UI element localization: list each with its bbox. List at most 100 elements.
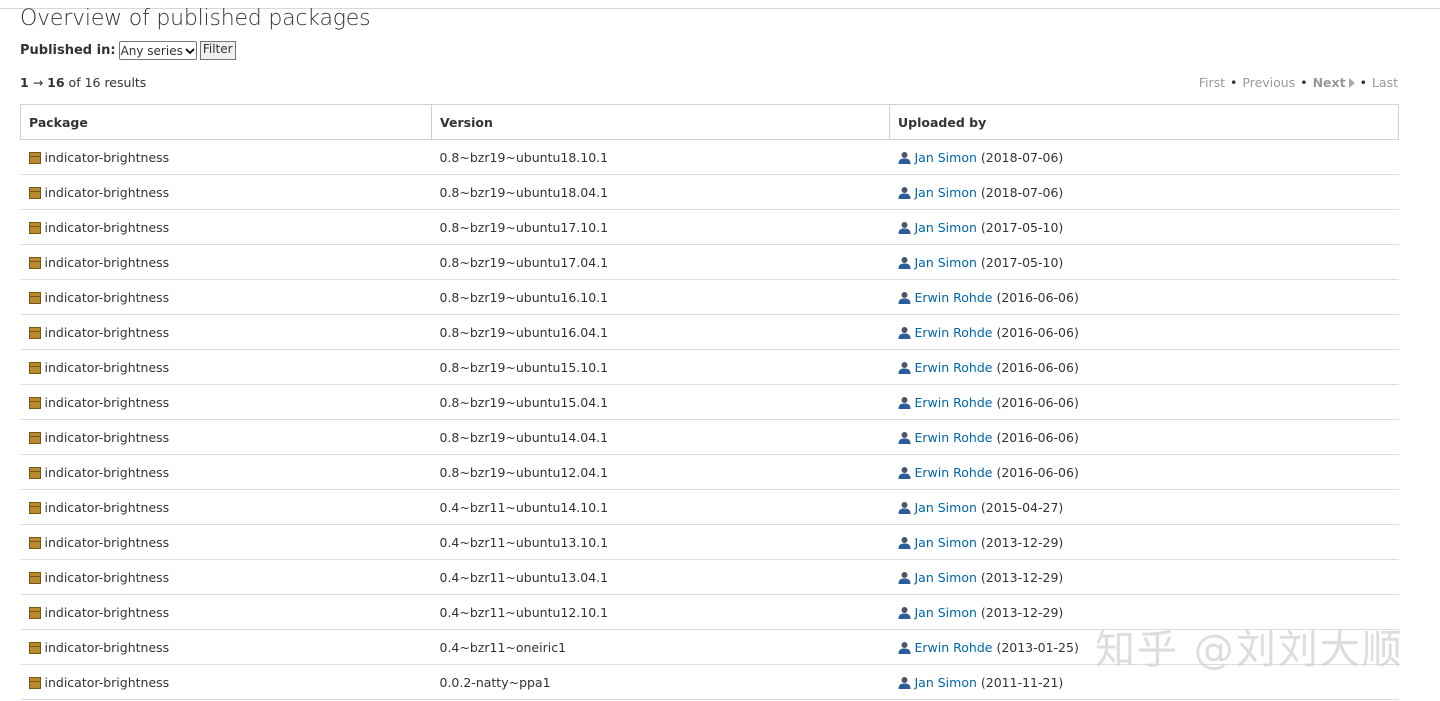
version-cell: 0.8~bzr19~ubuntu16.10.1 [431, 279, 890, 315]
header-package[interactable]: Package [20, 104, 432, 140]
package-name: indicator-brightness [44, 254, 170, 270]
uploader-link[interactable]: Erwin Rohde [915, 325, 993, 340]
person-icon [898, 396, 910, 409]
package-icon [28, 326, 41, 339]
version-cell: 0.4~bzr11~ubuntu13.10.1 [431, 524, 890, 560]
person-icon [898, 186, 910, 199]
person-icon [898, 501, 910, 514]
version-cell: 0.4~bzr11~ubuntu12.10.1 [431, 594, 890, 630]
upload-date: (2013-12-29) [980, 569, 1064, 585]
upload-date: (2013-12-29) [980, 604, 1064, 620]
uploader-cell: Erwin Rohde (2016-06-06) [889, 384, 1399, 420]
upload-date: (2018-07-06) [980, 184, 1064, 200]
uploader-cell: Erwin Rohde (2016-06-06) [889, 314, 1399, 350]
filter-form: Published in: Any series Filter [20, 41, 236, 60]
table-row: indicator-brightness 0.8~bzr19~ubuntu18.0… [20, 174, 1399, 210]
package-icon [28, 501, 41, 514]
header-version[interactable]: Version [431, 104, 890, 140]
person-icon [898, 536, 910, 549]
package-icon [28, 431, 41, 444]
uploader-link[interactable]: Jan Simon [915, 675, 977, 690]
person-icon [898, 291, 910, 304]
version-cell: 0.8~bzr19~ubuntu17.04.1 [431, 244, 890, 280]
pager-next[interactable]: Next [1313, 75, 1355, 90]
table-row: indicator-brightness 0.4~bzr11~ubuntu13.1… [20, 524, 1399, 560]
package-cell: indicator-brightness [20, 559, 432, 595]
package-cell: indicator-brightness [20, 209, 432, 245]
package-version: 0.4~bzr11~ubuntu13.10.1 [439, 534, 609, 550]
package-name: indicator-brightness [44, 289, 170, 305]
table-row: indicator-brightness 0.8~bzr19~ubuntu15.1… [20, 349, 1399, 385]
version-cell: 0.4~bzr11~ubuntu14.10.1 [431, 489, 890, 525]
uploader-link[interactable]: Erwin Rohde [915, 430, 993, 445]
package-version: 0.8~bzr19~ubuntu17.04.1 [439, 254, 609, 270]
table-row: indicator-brightness 0.8~bzr19~ubuntu17.1… [20, 209, 1399, 245]
package-cell: indicator-brightness [20, 419, 432, 455]
package-cell: indicator-brightness [20, 244, 432, 280]
uploader-cell: Erwin Rohde (2016-06-06) [889, 349, 1399, 385]
version-cell: 0.8~bzr19~ubuntu12.04.1 [431, 454, 890, 490]
uploader-link[interactable]: Jan Simon [915, 570, 977, 585]
package-icon [28, 571, 41, 584]
uploader-cell: Jan Simon (2017-05-10) [889, 244, 1399, 280]
uploader-link[interactable]: Erwin Rohde [915, 290, 993, 305]
package-version: 0.4~bzr11~ubuntu13.04.1 [439, 569, 609, 585]
uploader-link[interactable]: Erwin Rohde [915, 640, 993, 655]
version-cell: 0.8~bzr19~ubuntu16.04.1 [431, 314, 890, 350]
upload-date: (2011-11-21) [980, 674, 1064, 690]
upload-date: (2013-12-29) [980, 534, 1064, 550]
package-name: indicator-brightness [44, 394, 170, 410]
person-icon [898, 466, 910, 479]
package-cell: indicator-brightness [20, 349, 432, 385]
package-name: indicator-brightness [44, 184, 170, 200]
package-cell: indicator-brightness [20, 314, 432, 350]
package-version: 0.4~bzr11~oneiric1 [439, 639, 567, 655]
uploader-link[interactable]: Jan Simon [915, 605, 977, 620]
package-name: indicator-brightness [44, 219, 170, 235]
uploader-cell: Erwin Rohde (2013-01-25) [889, 629, 1399, 665]
uploader-cell: Jan Simon (2011-11-21) [889, 664, 1399, 700]
uploader-link[interactable]: Jan Simon [915, 255, 977, 270]
series-select[interactable]: Any series [118, 41, 197, 60]
chevron-down-icon [185, 47, 195, 54]
uploader-link[interactable]: Jan Simon [915, 535, 977, 550]
version-cell: 0.8~bzr19~ubuntu15.10.1 [431, 349, 890, 385]
uploader-link[interactable]: Jan Simon [915, 185, 977, 200]
package-icon [28, 396, 41, 409]
results-total: of 16 results [68, 75, 147, 90]
table-row: indicator-brightness 0.4~bzr11~oneiric1 Er… [20, 629, 1399, 665]
package-cell: indicator-brightness [20, 489, 432, 525]
package-version: 0.4~bzr11~ubuntu12.10.1 [439, 604, 609, 620]
person-icon [898, 606, 910, 619]
uploader-link[interactable]: Erwin Rohde [915, 395, 993, 410]
upload-date: (2016-06-06) [996, 464, 1079, 480]
person-icon [898, 641, 910, 654]
uploader-link[interactable]: Jan Simon [915, 150, 977, 165]
version-cell: 0.8~bzr19~ubuntu18.04.1 [431, 174, 890, 210]
table-row: indicator-brightness 0.8~bzr19~ubuntu12.0… [20, 454, 1399, 490]
uploader-link[interactable]: Jan Simon [915, 500, 977, 515]
package-icon [28, 256, 41, 269]
uploader-link[interactable]: Jan Simon [915, 220, 977, 235]
package-icon [28, 641, 41, 654]
header-uploaded-by[interactable]: Uploaded by [889, 104, 1399, 140]
package-name: indicator-brightness [44, 359, 170, 375]
table-row: indicator-brightness 0.4~bzr11~ubuntu14.1… [20, 489, 1399, 525]
version-cell: 0.8~bzr19~ubuntu18.10.1 [431, 139, 890, 175]
filter-button[interactable]: Filter [199, 41, 236, 60]
table-row: indicator-brightness 0.4~bzr11~ubuntu13.0… [20, 559, 1399, 595]
package-icon [28, 606, 41, 619]
person-icon [898, 571, 910, 584]
table-row: indicator-brightness 0.8~bzr19~ubuntu18.1… [20, 139, 1399, 175]
person-icon [898, 361, 910, 374]
uploader-link[interactable]: Erwin Rohde [915, 360, 993, 375]
pager-last: Last [1371, 75, 1398, 90]
package-cell: indicator-brightness [20, 524, 432, 560]
uploader-link[interactable]: Erwin Rohde [915, 465, 993, 480]
results-arrow: → [32, 75, 44, 90]
upload-date: (2017-05-10) [980, 254, 1064, 270]
table-body: indicator-brightness 0.8~bzr19~ubuntu18.1… [20, 139, 1399, 700]
uploader-cell: Jan Simon (2013-12-29) [889, 594, 1399, 630]
package-cell: indicator-brightness [20, 139, 432, 175]
person-icon [898, 431, 910, 444]
